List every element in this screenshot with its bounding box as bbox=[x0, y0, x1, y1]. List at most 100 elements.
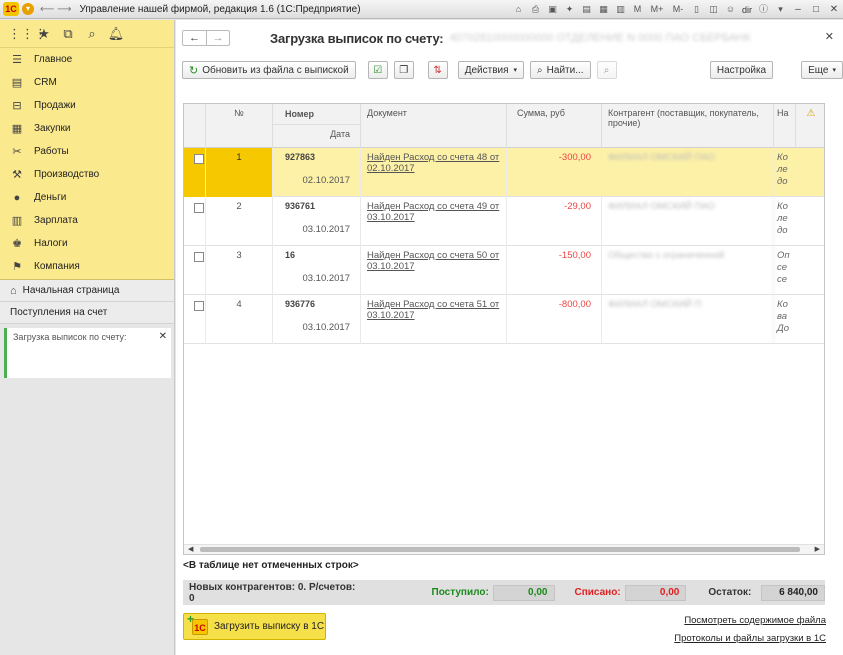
row-counterparty: ФИЛИАЛ ОМСКИЙ ПАО bbox=[602, 148, 774, 197]
col-number[interactable]: Номер Дата bbox=[273, 104, 361, 148]
actions-button[interactable]: Действия ▾ bbox=[457, 61, 525, 79]
table-row[interactable]: 2 936761 03.10.2017 Найден Расход со сче… bbox=[184, 197, 824, 246]
history-icon[interactable]: ⧉ bbox=[56, 24, 80, 44]
document-link[interactable]: Найден Расход со счета 49 от 03.10.2017 bbox=[367, 201, 499, 223]
table-header: № Номер Дата Документ Сумма, руб Контраг… bbox=[184, 104, 824, 148]
clear-search-icon: ⌕ bbox=[603, 64, 610, 76]
row-document: Найден Расход со счета 48 от 02.10.2017 bbox=[361, 148, 507, 197]
scroll-thumb[interactable] bbox=[200, 547, 800, 552]
find-button[interactable]: ⌕ Найти... bbox=[530, 61, 591, 79]
row-number-cell: 936761 03.10.2017 bbox=[273, 197, 361, 246]
sidebar-item-money[interactable]: ● Деньги bbox=[0, 186, 174, 209]
calendar-icon[interactable]: ▦ bbox=[597, 3, 610, 16]
row-purpose: Оп се се bbox=[777, 250, 790, 285]
sidebar-item-production[interactable]: ⚒ Производство bbox=[0, 163, 174, 186]
close-icon[interactable]: ✕ bbox=[159, 331, 167, 342]
dropdown-icon[interactable]: ▾ bbox=[774, 3, 787, 16]
sidebar-receipts-link[interactable]: Поступления на счет bbox=[0, 302, 174, 324]
minimize-icon[interactable]: – bbox=[791, 3, 805, 16]
memory-mminus-button[interactable]: M- bbox=[670, 3, 686, 16]
main-menu-icon[interactable]: ▾ bbox=[22, 3, 34, 15]
company-icon: ⚑ bbox=[12, 261, 22, 273]
clear-search-button[interactable]: ⌕ bbox=[596, 61, 617, 79]
sidebar-item-taxes[interactable]: ♚ Налоги bbox=[0, 232, 174, 255]
table-row[interactable]: 3 16 03.10.2017 Найден Расход со счета 5… bbox=[184, 246, 824, 295]
sidebar-item-main[interactable]: ☰ Главное bbox=[0, 48, 174, 71]
table-row[interactable]: 4 936776 03.10.2017 Найден Расход со сче… bbox=[184, 295, 824, 344]
row-date: 03.10.2017 bbox=[302, 224, 350, 235]
col-document[interactable]: Документ bbox=[361, 104, 507, 148]
settings-button[interactable]: Настройка bbox=[709, 61, 774, 79]
user-name[interactable]: dir bbox=[742, 5, 752, 15]
panel-icon[interactable]: ◫ bbox=[707, 3, 720, 16]
row-checkbox[interactable] bbox=[194, 301, 204, 311]
protocols-link[interactable]: Протоколы и файлы загрузки в 1С bbox=[674, 633, 826, 644]
row-number-cell: 936776 03.10.2017 bbox=[273, 295, 361, 344]
app-logo-icon[interactable]: 1С bbox=[3, 2, 19, 16]
table-row[interactable]: 1 927863 02.10.2017 Найден Расход со сче… bbox=[184, 148, 824, 197]
nav-arrows-icon[interactable]: ⟵ ⟶ bbox=[40, 4, 71, 15]
grid-menu-icon[interactable]: ⋮⋮⋮ bbox=[8, 24, 47, 44]
row-checkbox[interactable] bbox=[194, 252, 204, 262]
search-icon: ⌕ bbox=[537, 64, 543, 76]
load-statement-button[interactable]: 1С Загрузить выписку в 1С bbox=[183, 611, 326, 640]
row-checkbox[interactable] bbox=[194, 203, 204, 213]
favorites-icon[interactable]: ★ bbox=[32, 24, 56, 44]
scroll-right-icon[interactable]: ▶ bbox=[815, 545, 820, 554]
open-window-tab[interactable]: Загрузка выписок по счету: ✕ bbox=[4, 328, 171, 378]
calc-icon[interactable]: ▥ bbox=[614, 3, 627, 16]
col-number-label: Номер bbox=[273, 104, 360, 125]
sidebar-item-company[interactable]: ⚑ Компания bbox=[0, 255, 174, 278]
home-label: Начальная страница bbox=[22, 285, 120, 296]
forward-arrow-icon[interactable]: → bbox=[206, 31, 229, 45]
memory-mplus-button[interactable]: M+ bbox=[648, 3, 666, 16]
maximize-icon[interactable]: □ bbox=[809, 3, 823, 16]
bell-icon[interactable]: 🔔︎ bbox=[104, 24, 128, 44]
refresh-button[interactable]: ↻ Обновить из файла с выпиской bbox=[182, 61, 356, 79]
close-window-icon[interactable]: ✕ bbox=[827, 3, 841, 16]
command-bar: ↻ Обновить из файла с выпиской ☑ ❐ ⇅ Дейс… bbox=[176, 56, 843, 84]
col-num[interactable]: № bbox=[206, 104, 273, 148]
sidebar-item-works[interactable]: ✂ Работы bbox=[0, 140, 174, 163]
scroll-left-icon[interactable]: ◀ bbox=[188, 545, 193, 554]
attach-icon[interactable]: ✦ bbox=[563, 3, 576, 16]
col-purpose[interactable]: На bbox=[774, 104, 796, 148]
view-file-link[interactable]: Посмотреть содержимое файла bbox=[684, 615, 826, 626]
row-number: 927863 bbox=[285, 152, 316, 162]
user-icon[interactable]: ☺ bbox=[724, 3, 737, 16]
check-all-button[interactable]: ☑ bbox=[367, 61, 388, 79]
more-button[interactable]: Еще ▾ bbox=[801, 61, 843, 79]
print-preview-icon[interactable]: ▤ bbox=[580, 3, 593, 16]
sidebar-item-salary[interactable]: ▥ Зарплата bbox=[0, 209, 174, 232]
sidebar-item-purchases[interactable]: ▦ Закупки bbox=[0, 117, 174, 140]
sidebar-item-sales[interactable]: ⊟ Продажи bbox=[0, 94, 174, 117]
copy-button[interactable]: ❐ bbox=[393, 61, 414, 79]
bookmark-icon[interactable]: ▯ bbox=[690, 3, 703, 16]
row-checkbox[interactable] bbox=[194, 154, 204, 164]
save-icon[interactable]: ▣ bbox=[546, 3, 559, 16]
search-icon[interactable]: ⌕ bbox=[80, 24, 104, 44]
sort-button[interactable]: ⇅ bbox=[427, 61, 448, 79]
sidebar-item-crm[interactable]: ▤ CRM bbox=[0, 71, 174, 94]
memory-m-button[interactable]: M bbox=[631, 3, 644, 16]
row-sum: -800,00 bbox=[507, 295, 602, 344]
tools-icon: ✂ bbox=[12, 146, 22, 158]
document-link[interactable]: Найден Расход со счета 48 от 02.10.2017 bbox=[367, 152, 499, 174]
sort-icon: ⇅ bbox=[433, 64, 442, 76]
document-link[interactable]: Найден Расход со счета 51 от 03.10.2017 bbox=[367, 299, 499, 321]
print-icon[interactable]: ⎙ bbox=[529, 3, 542, 16]
home-icon[interactable]: ⌂ bbox=[512, 3, 525, 16]
document-link[interactable]: Найден Расход со счета 50 от 03.10.2017 bbox=[367, 250, 499, 272]
refresh-icon: ↻ bbox=[189, 64, 199, 77]
info-icon[interactable]: ⓘ bbox=[757, 3, 770, 16]
sidebar-home-link[interactable]: ⌂ Начальная страница bbox=[0, 280, 174, 302]
horizontal-scrollbar[interactable]: ◀ ▶ bbox=[184, 544, 824, 554]
purchases-icon: ▦ bbox=[11, 123, 23, 135]
title-bar: 1С ▾ ⟵ ⟶ Управление нашей фирмой, редакц… bbox=[0, 0, 843, 19]
col-counterparty[interactable]: Контрагент (поставщик, покупатель, прочи… bbox=[602, 104, 774, 148]
debited-value: 0,00 bbox=[624, 584, 687, 601]
back-arrow-icon[interactable]: ← bbox=[183, 31, 206, 45]
col-sum[interactable]: Сумма, руб bbox=[507, 104, 602, 148]
row-date: 02.10.2017 bbox=[302, 175, 350, 186]
close-form-icon[interactable]: ✕ bbox=[825, 30, 834, 43]
